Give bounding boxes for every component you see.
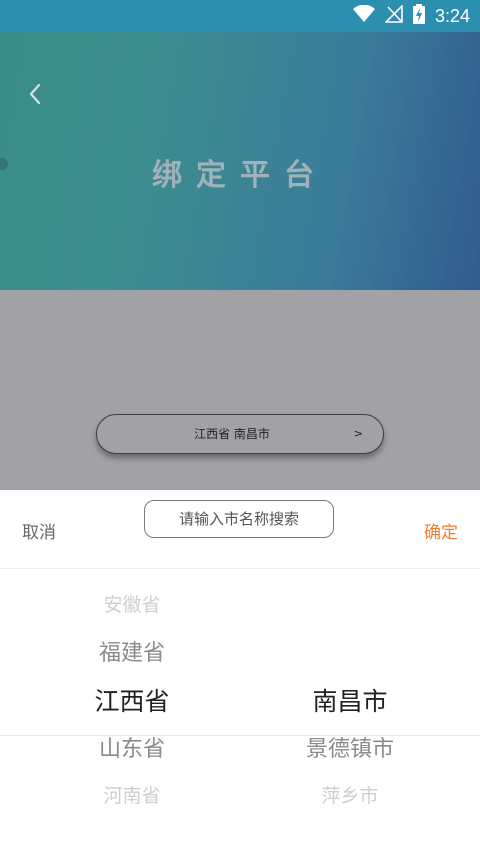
no-signal-icon (384, 4, 403, 27)
cancel-button[interactable]: 取消 (22, 518, 56, 543)
region-picker-sheet: 取消 确定 安徽省 福建省 江西省 山东省 河南省 南昌市 景德镇市 萍乡市 (0, 490, 480, 853)
province-item-selected[interactable]: 江西省 (62, 682, 202, 718)
dim-overlay[interactable] (0, 290, 480, 490)
header-banner: 绑定平台 (0, 32, 480, 290)
province-item[interactable]: 河南省 (62, 781, 202, 808)
city-item[interactable]: 萍乡市 (280, 781, 420, 808)
selection-indicator-line (0, 735, 480, 736)
page-title: 绑定平台 (152, 158, 328, 193)
region-selector[interactable]: 江西省 南昌市 > (96, 414, 384, 454)
status-bar: 3:24 (0, 0, 480, 32)
wifi-icon (352, 4, 375, 27)
status-time: 3:24 (434, 5, 470, 26)
city-search-input[interactable] (144, 500, 334, 538)
province-item[interactable]: 福建省 (62, 635, 202, 667)
confirm-button[interactable]: 确定 (424, 518, 458, 543)
chevron-right-icon: > (353, 427, 363, 440)
battery-charging-icon (412, 4, 425, 28)
city-wheel[interactable]: 南昌市 景德镇市 萍乡市 (280, 580, 420, 853)
region-selector-value: 江西省 南昌市 (194, 427, 270, 441)
province-wheel[interactable]: 安徽省 福建省 江西省 山东省 河南省 (62, 580, 202, 853)
city-item-selected[interactable]: 南昌市 (280, 682, 420, 718)
chevron-left-icon (29, 83, 41, 105)
back-button[interactable] (22, 80, 50, 108)
divider (0, 568, 480, 569)
province-item[interactable]: 安徽省 (62, 590, 202, 617)
